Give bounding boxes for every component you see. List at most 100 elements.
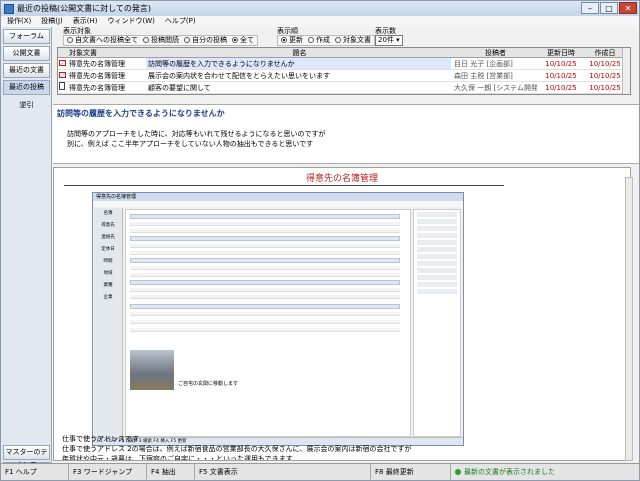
embedded-nav: 名簿 得意先 連絡先 定休日 時間 地域 業種 企業 [94,208,123,438]
row-target: 得意先の名簿管理 [69,72,125,80]
mail-icon [59,72,66,78]
row-updated: 10/10/25 [545,60,577,68]
form-row [130,295,400,299]
table-row[interactable]: 得意先の名簿管理 展示会の案内状を合わせて配信をとらえたい思いをいます 森田 主… [58,70,630,82]
form-row [130,229,400,233]
document-text: 仕事で使うアドレスです 仕事で使うアドレス 2の場合は、例えば新宿食品の営業部長… [62,435,412,461]
row-poster: 森田 主税 [営業部] [454,72,513,80]
menu-bar: 操作(X) 投稿(J) 表示(H) ウィンドウ(W) ヘルプ(P) [1,16,639,27]
nav-recent-docs[interactable]: 最近の文書 [3,63,50,78]
col-updated[interactable]: 更新日時 [537,48,585,57]
table-row[interactable]: 得意先の名簿管理 訪問等の履歴を入力できるようになりませんか 目日 光子 [企画… [58,58,630,70]
embedded-nav-item: 名簿 [103,211,113,216]
window-controls: – □ ✕ [581,2,637,14]
filter-count: 表示数 20件 ▾ [375,27,403,46]
filter-target-own[interactable]: 自文書への投稿全て [67,36,138,45]
nav-reverse-lookup[interactable]: 逆引 [3,98,50,112]
row-target: 得意先の名簿管理 [69,84,125,92]
embedded-nav-item: 連絡先 [101,235,115,240]
status-show-doc[interactable]: F5 文書表示 [195,464,371,480]
filter-count-label: 表示数 [375,27,396,35]
radio-icon [143,37,149,43]
embedded-nav-item: 業種 [103,283,113,288]
col-title[interactable]: 題名 [146,48,451,57]
status-bar: F1 ヘルプ F3 ワードジャンプ F4 抽出 F5 文書表示 F8 最終更新 … [1,463,639,480]
main-window: 最近の投稿(公開文書に対しての発言) – □ ✕ 操作(X) 投稿(J) 表示(… [0,0,640,481]
minimize-button[interactable]: – [581,2,599,14]
row-updated: 10/10/25 [545,72,577,80]
embedded-nav-item: 得意先 [101,223,115,228]
embedded-title: 得意先の名簿管理 [93,193,463,201]
form-row [130,244,400,248]
nav-master-maintenance[interactable]: マスターのテナンス [3,445,50,469]
nav-public-docs[interactable]: 公開文書 [3,46,50,61]
left-navigation: フォーラム 公開文書 最近の文書 最近の投稿 逆引 マスターのテナンス 運用 [1,27,52,477]
filter-order-label: 表示順 [277,27,298,35]
form-row [130,320,400,324]
menu-post[interactable]: 投稿(J) [41,16,63,27]
embedded-screenshot: 得意先の名簿管理 名簿 得意先 連絡先 定休日 時間 地域 業種 企業 ご自宅の… [92,192,464,446]
message-subject: 訪問等の履歴を入力できるようになりませんか [57,109,225,118]
status-extract[interactable]: F4 抽出 [147,464,195,480]
embedded-nav-item: 地域 [103,271,113,276]
row-updated: 10/10/25 [545,84,577,92]
filter-order-target[interactable]: 対象文書 [335,36,371,45]
title-bar: 最近の投稿(公開文書に対しての発言) – □ ✕ [1,1,639,16]
menu-help[interactable]: ヘルプ(P) [165,16,196,27]
form-row [130,258,400,263]
menu-view[interactable]: 表示(H) [73,16,98,27]
form-row [130,251,400,255]
filter-order-updated[interactable]: 更新 [281,36,303,45]
row-target: 得意先の名簿管理 [69,60,125,68]
status-help[interactable]: F1 ヘルプ [1,464,69,480]
form-row [130,266,400,270]
filter-order-created[interactable]: 作成 [308,36,330,45]
embedded-form: ご自宅の玄関に移動します [125,209,411,437]
form-row [130,288,400,292]
form-row [130,328,400,332]
row-created: 10/10/25 [589,72,621,80]
message-pane: 訪問等の履歴を入力できるようになりませんか 訪問等のアプローチをした時に、対応等… [53,104,639,164]
app-icon [4,3,14,14]
row-title: 訪問等の履歴を入力できるようになりませんか [146,58,451,69]
form-row [130,236,400,241]
nav-forum[interactable]: フォーラム [3,29,50,44]
menu-operation[interactable]: 操作(X) [7,16,31,27]
row-title: 顧客の要望に関して [148,84,211,92]
table-row[interactable]: 得意先の名簿管理 顧客の要望に関して 大久保 一朗 [システム開発部] 10/1… [58,82,630,94]
document-icon [59,82,65,90]
maximize-button[interactable]: □ [600,2,618,14]
col-target[interactable]: 対象文書 [67,48,146,57]
count-select[interactable]: 20件 ▾ [375,35,403,46]
filter-target-read[interactable]: 投稿閲読 [143,36,179,45]
form-row [130,280,400,285]
nav-recent-posts[interactable]: 最近の投稿 [3,80,50,95]
row-title: 展示会の案内状を合わせて配信をとらえたい思いをいます [148,72,330,80]
document-scrollbar[interactable] [625,177,633,461]
message-body: 訪問等のアプローチをした時に、対応等もいれて残せるようになると思いのですが 別に… [67,130,326,148]
filter-bar: 表示対象 自文書への投稿全て 投稿閲読 自分の投稿 全て 表示順 更新 作成 対… [53,27,639,46]
status-last-update[interactable]: F8 最終更新 [371,464,451,480]
form-row [130,222,400,226]
filter-target-all[interactable]: 全て [232,36,254,45]
form-row [130,304,400,309]
close-button[interactable]: ✕ [619,2,637,14]
filter-target-mine[interactable]: 自分の投稿 [184,36,227,45]
form-row [130,273,400,277]
status-message: 最新の文書が表示されました [451,464,637,480]
menu-window[interactable]: ウィンドウ(W) [108,16,155,27]
row-created: 10/10/25 [589,84,621,92]
filter-target-label: 表示対象 [63,27,91,35]
row-poster: 目日 光子 [企画部] [454,60,513,68]
grid-scrollbar[interactable] [622,48,630,94]
mail-icon [59,60,66,66]
embedded-list [413,209,461,437]
posts-grid: 対象文書 題名 投稿者 更新日時 作成日 得意先の名簿管理 訪問等の履歴を入力で… [57,47,631,95]
col-created[interactable]: 作成日 [585,48,625,57]
status-word-jump[interactable]: F3 ワードジャンプ [69,464,147,480]
divider [64,185,504,186]
photo-caption: ご自宅の玄関に移動します [178,381,239,387]
radio-icon [335,37,341,43]
row-created: 10/10/25 [589,60,621,68]
col-poster[interactable]: 投稿者 [451,48,537,57]
